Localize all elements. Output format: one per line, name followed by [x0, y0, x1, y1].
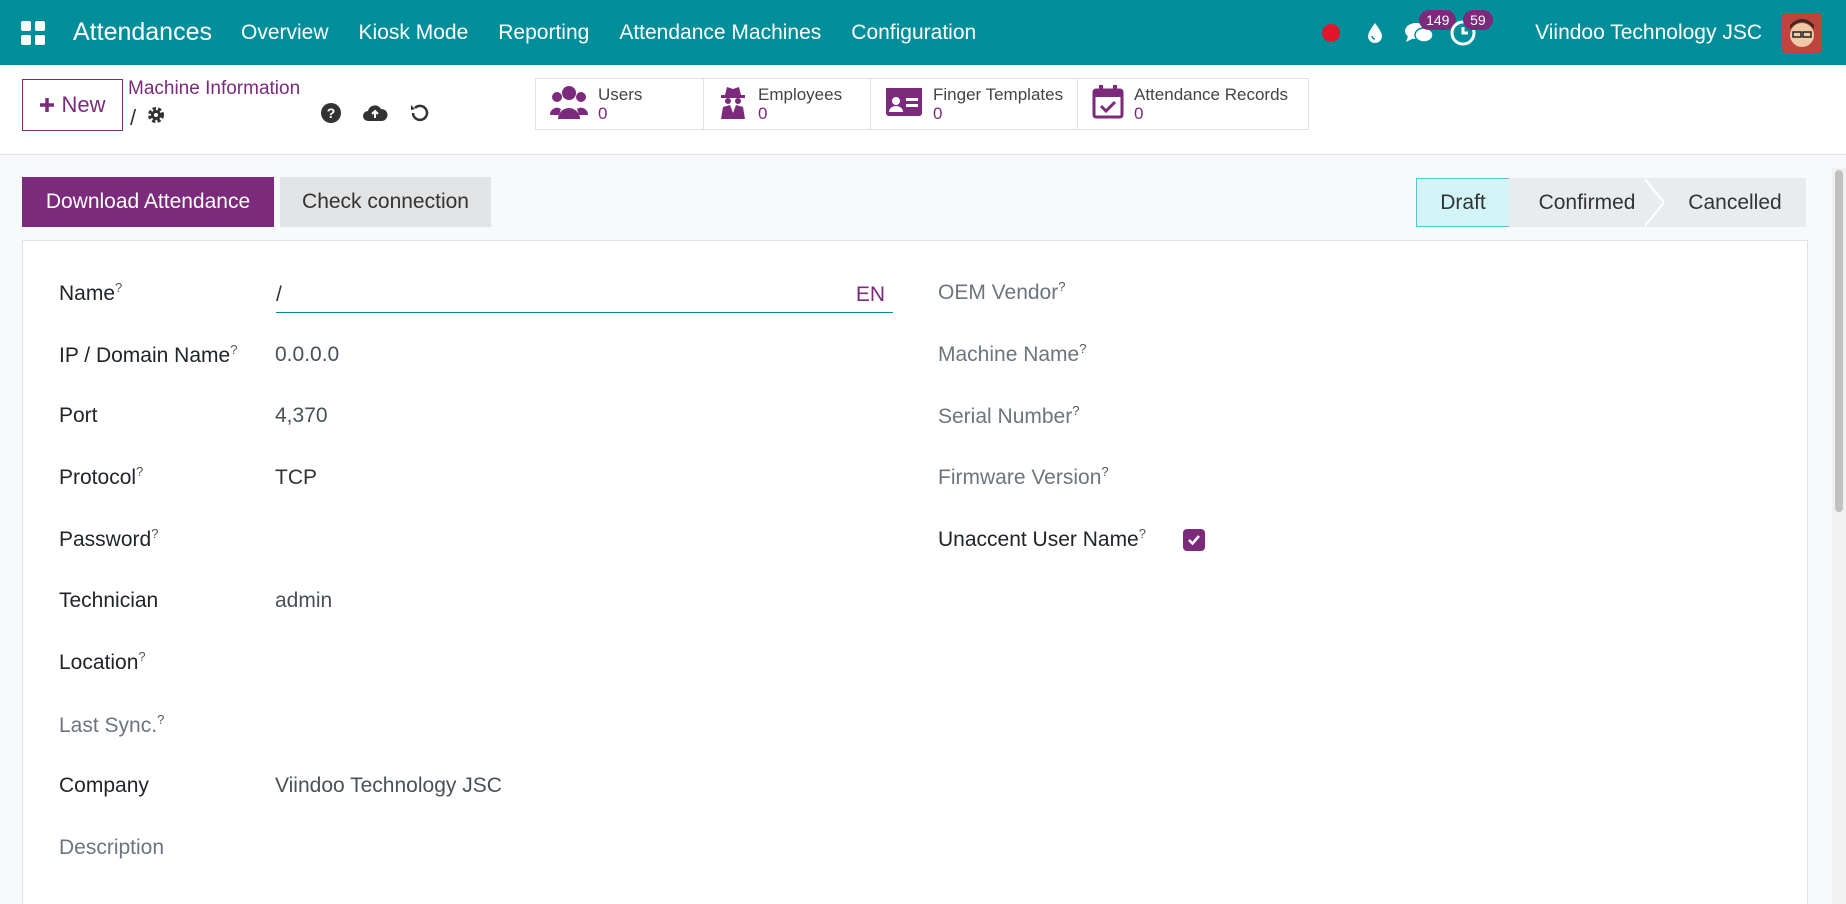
smart-button-employees[interactable]: Employees 0: [704, 79, 871, 129]
stage-cancelled[interactable]: Cancelled: [1664, 178, 1806, 227]
new-button[interactable]: New: [22, 79, 123, 131]
stage-confirmed-label: Confirmed: [1538, 190, 1636, 214]
control-panel: New Machine Information / ? Users 0 Empl…: [0, 65, 1846, 155]
stage-arrow-confirmed: [1644, 178, 1664, 227]
menu-overview[interactable]: Overview: [226, 21, 344, 45]
protocol-select[interactable]: TCP: [275, 466, 317, 490]
smart-label-users: Users: [598, 85, 643, 104]
company-label: Company: [59, 774, 149, 797]
form-sheet: Name? / EN IP / Domain Name? 0.0.0.0 Por…: [22, 240, 1808, 904]
plus-icon: [40, 98, 55, 112]
discard-icon[interactable]: [408, 102, 430, 129]
password-label: Password?: [59, 526, 159, 551]
drop-icon[interactable]: [1353, 0, 1397, 65]
machine-name-label: Machine Name?: [938, 341, 1087, 366]
smart-button-attendance-records[interactable]: Attendance Records 0: [1078, 79, 1308, 129]
technician-label: Technician: [59, 589, 159, 612]
company-field[interactable]: Viindoo Technology JSC: [275, 774, 502, 798]
unaccent-user-name-label: Unaccent User Name?: [938, 526, 1146, 551]
location-label: Location?: [59, 649, 146, 674]
status-stages: Draft Confirmed Cancelled: [1416, 178, 1806, 227]
language-toggle[interactable]: EN: [856, 283, 885, 307]
record-name: /: [130, 105, 137, 130]
oem-vendor-label: OEM Vendor?: [938, 279, 1066, 304]
stage-cancelled-label: Cancelled: [1688, 190, 1782, 214]
record-title: /: [130, 105, 166, 131]
company-switcher[interactable]: Viindoo Technology JSC: [1535, 21, 1762, 45]
record-actions: ?: [320, 102, 430, 129]
ip-domain-label: IP / Domain Name?: [59, 342, 238, 367]
apps-menu-icon[interactable]: [0, 0, 66, 65]
firmware-version-label: Firmware Version?: [938, 464, 1109, 489]
port-field[interactable]: 4,370: [275, 404, 328, 428]
smart-label-attendance-records: Attendance Records: [1134, 85, 1289, 104]
help-icon[interactable]: ?: [320, 102, 342, 129]
name-label: Name?: [59, 280, 123, 305]
stage-draft-label: Draft: [1440, 190, 1486, 214]
breadcrumb[interactable]: Machine Information: [128, 78, 300, 100]
smart-value-employees: 0: [758, 104, 768, 123]
menu-reporting[interactable]: Reporting: [483, 21, 604, 45]
protocol-label: Protocol?: [59, 464, 144, 489]
user-avatar[interactable]: [1782, 12, 1822, 53]
name-field[interactable]: / EN: [276, 277, 893, 313]
messages-icon[interactable]: 149: [1397, 0, 1457, 65]
menu-kiosk-mode[interactable]: Kiosk Mode: [344, 21, 484, 45]
gear-icon[interactable]: [146, 105, 166, 131]
employee-spy-icon: [718, 85, 748, 124]
technician-field[interactable]: admin: [275, 589, 332, 613]
stage-confirmed[interactable]: Confirmed: [1509, 178, 1645, 227]
main-menu: Overview Kiosk Mode Reporting Attendance…: [226, 21, 991, 45]
menu-configuration[interactable]: Configuration: [836, 21, 991, 45]
menu-attendance-machines[interactable]: Attendance Machines: [604, 21, 836, 45]
stage-draft[interactable]: Draft: [1416, 178, 1510, 227]
activities-badge: 59: [1463, 10, 1493, 30]
port-label: Port: [59, 404, 98, 427]
svg-text:?: ?: [327, 105, 336, 121]
cloud-upload-icon[interactable]: [362, 103, 388, 128]
users-icon: [549, 85, 589, 124]
calendar-check-icon: [1092, 84, 1124, 124]
activities-clock-icon[interactable]: 59: [1441, 0, 1493, 65]
download-attendance-button[interactable]: Download Attendance: [22, 177, 274, 227]
serial-number-label: Serial Number?: [938, 403, 1080, 428]
record-dot-icon[interactable]: [1309, 0, 1353, 65]
check-connection-button[interactable]: Check connection: [280, 177, 491, 227]
top-navbar: Attendances Overview Kiosk Mode Reportin…: [0, 0, 1846, 65]
app-name[interactable]: Attendances: [73, 18, 212, 47]
new-button-label: New: [61, 92, 106, 117]
smart-value-attendance-records: 0: [1134, 104, 1144, 123]
page-scrollbar[interactable]: [1832, 168, 1846, 904]
scrollbar-thumb[interactable]: [1835, 170, 1843, 512]
smart-label-employees: Employees: [758, 85, 843, 104]
smart-button-finger-templates[interactable]: Finger Templates 0: [871, 79, 1078, 129]
smart-value-users: 0: [598, 104, 608, 123]
smart-value-finger-templates: 0: [933, 104, 943, 123]
name-value: /: [276, 282, 282, 306]
unaccent-user-name-checkbox[interactable]: [1183, 529, 1205, 551]
id-card-icon: [885, 87, 923, 122]
smart-button-users[interactable]: Users 0: [536, 79, 704, 129]
systray: 149 59 Viindoo Technology JSC: [1309, 0, 1846, 65]
last-sync-label: Last Sync.?: [59, 712, 165, 737]
check-icon: [1188, 535, 1200, 546]
description-label: Description: [59, 836, 165, 859]
smart-buttons: Users 0 Employees 0 Finger Templates 0 A…: [535, 78, 1309, 130]
ip-domain-field[interactable]: 0.0.0.0: [275, 343, 339, 367]
smart-label-finger-templates: Finger Templates: [933, 85, 1064, 104]
